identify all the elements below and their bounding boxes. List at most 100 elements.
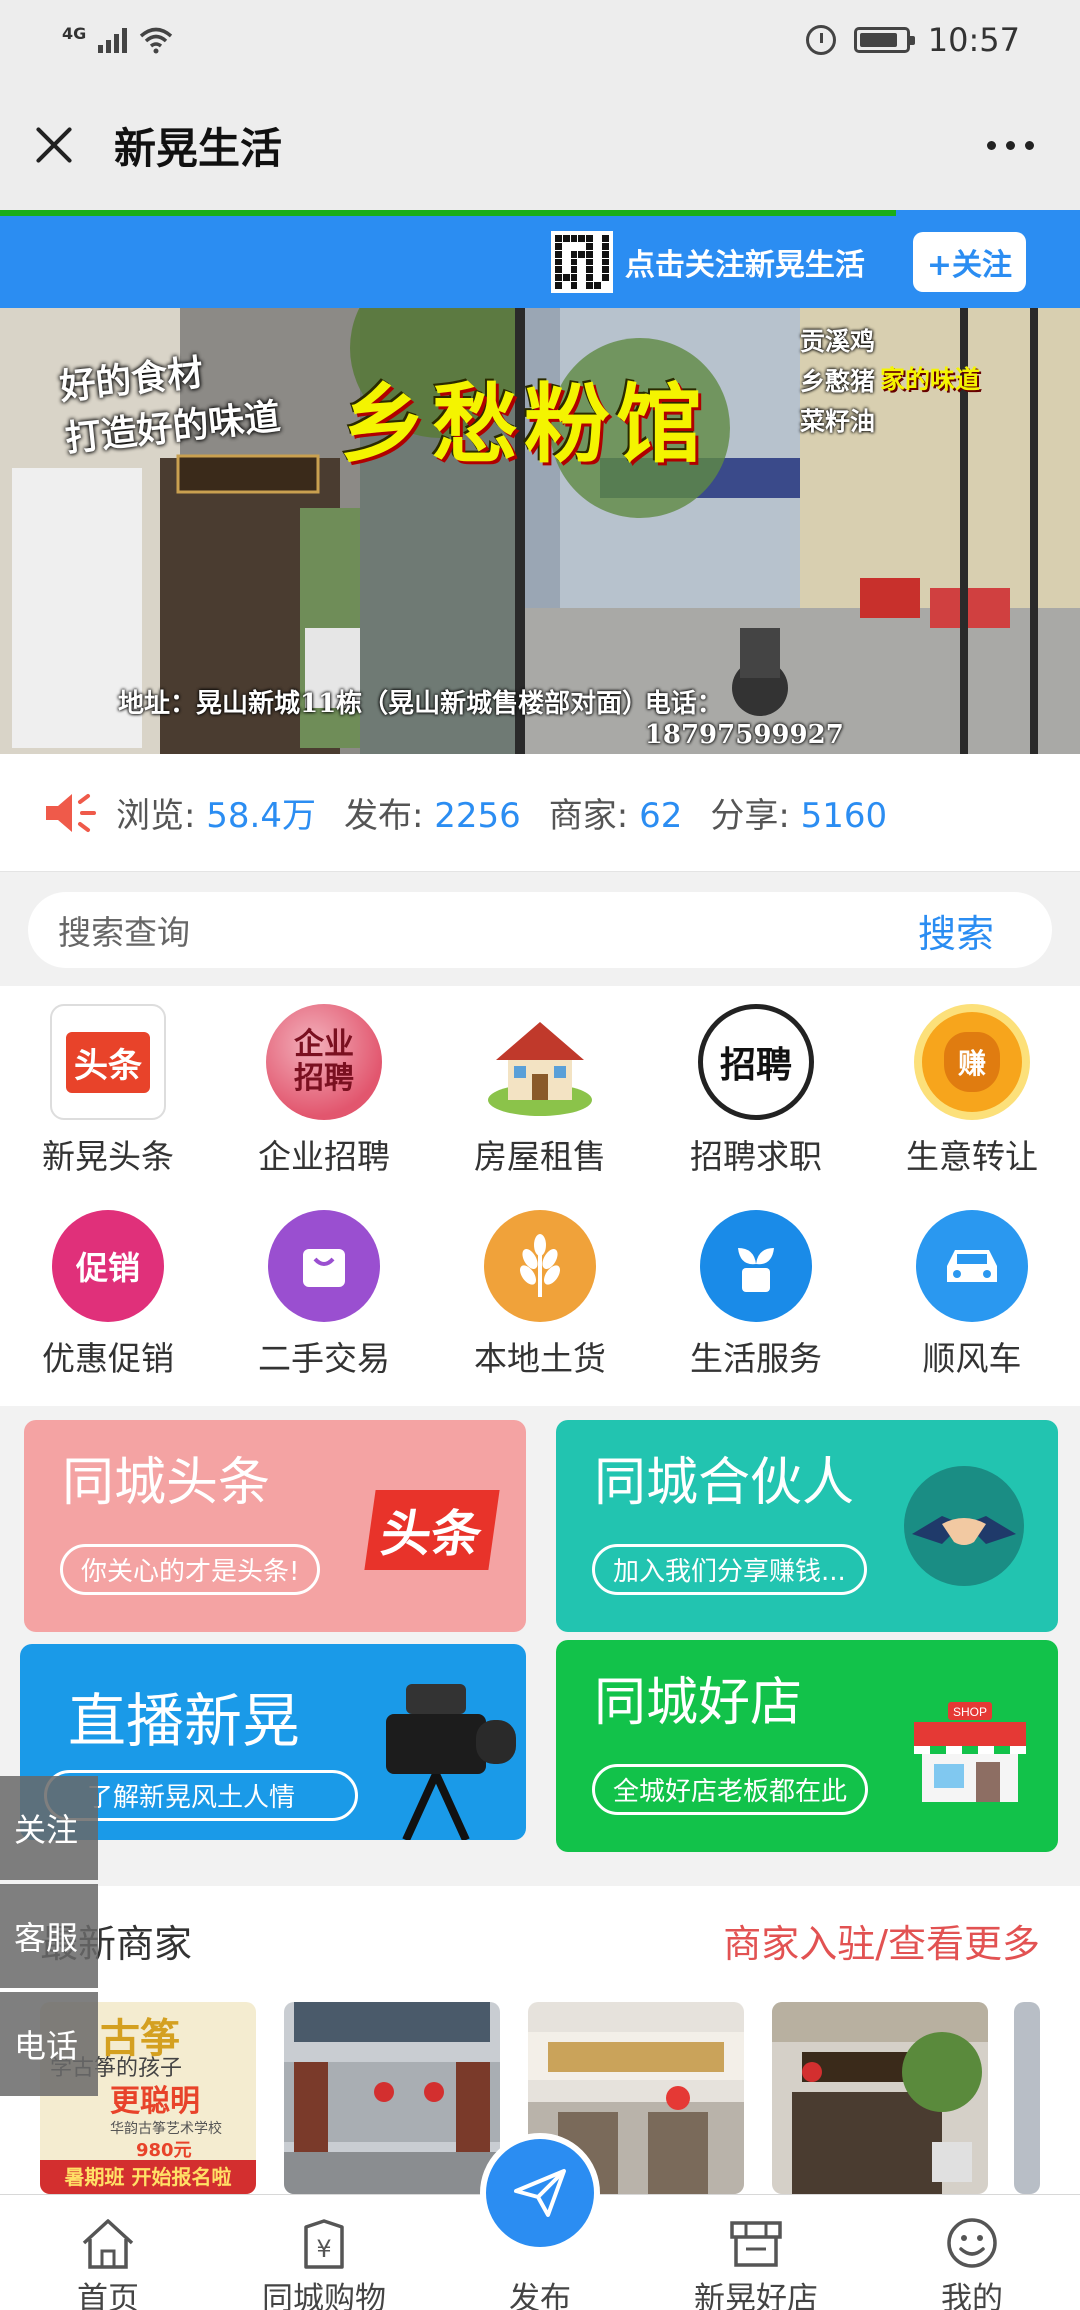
shopping-icon: ¥ [304, 2219, 344, 2269]
card-subtitle: 全城好店老板都在此 [592, 1764, 869, 1815]
category-recruit[interactable]: 企业招聘 企业招聘 [216, 986, 432, 1192]
category-label: 房屋租售 [474, 1137, 606, 1176]
wifi-icon [140, 27, 173, 54]
card-title: 直播新晃 [68, 1687, 301, 1755]
status-left: 4G [62, 24, 173, 54]
card-title: 同城合伙人 [594, 1453, 855, 1513]
nav-home[interactable]: 首页 [0, 2195, 216, 2310]
paper-plane-glyph [514, 2169, 566, 2217]
category-promo[interactable]: 促销 优惠促销 [0, 1192, 216, 1406]
title-bar: 新晃生活 [0, 80, 1080, 210]
category-label: 新晃头条 [42, 1137, 174, 1176]
category-jobs[interactable]: 招聘 招聘求职 [648, 986, 864, 1192]
banner-menu-item: 乡憨猪 [800, 367, 876, 396]
clock: 10:57 [927, 21, 1020, 59]
side-phone-button[interactable]: 电话 [0, 1992, 98, 2096]
wheat-glyph [520, 1234, 560, 1297]
house-icon [488, 1022, 592, 1116]
more-menu-icon[interactable] [987, 140, 1046, 150]
stat-value: 62 [639, 796, 683, 836]
follow-button[interactable]: +关注 [912, 232, 1026, 292]
merchant-photo [284, 2002, 500, 2194]
battery-icon [853, 27, 915, 53]
stat-value: 58.4万 [206, 796, 316, 836]
card-subtitle: 加入我们分享赚钱... [592, 1544, 867, 1595]
stat-label: 发布: [343, 796, 424, 836]
search-button[interactable]: 搜索 [918, 903, 994, 958]
nav-publish[interactable]: 发布 [432, 2133, 648, 2310]
money-bag-icon-text: 赚 [944, 1032, 1000, 1092]
alarm-icon [805, 25, 836, 55]
store-icon [730, 2221, 782, 2267]
category-label: 本地土货 [474, 1339, 606, 1378]
follow-bar: 点击关注新晃生活 +关注 [0, 216, 1080, 308]
category-headline[interactable]: 头条 新晃头条 [0, 986, 216, 1192]
category-transfer[interactable]: 赚 生意转让 [864, 986, 1080, 1192]
category-carpool[interactable]: 顺风车 [864, 1192, 1080, 1406]
card-title: 同城头条 [62, 1453, 271, 1513]
money-bag-icon: 赚 [914, 1004, 1030, 1120]
category-label: 招聘求职 [690, 1137, 822, 1176]
job-seal-icon-text: 招聘 [719, 1044, 792, 1086]
search-section: 搜索查询 搜索 [0, 872, 1080, 986]
nav-shopping[interactable]: ¥ 同城购物 [216, 2195, 432, 2310]
banner-shop-name: 乡愁粉馆 [340, 374, 708, 475]
nav-label: 新晃好店 [694, 2281, 818, 2310]
page-title: 新晃生活 [114, 123, 283, 173]
merchant-photo [772, 2002, 988, 2194]
promo-icon: 促销 [52, 1210, 164, 1322]
category-label: 二手交易 [258, 1339, 390, 1378]
side-follow-button[interactable]: 关注 [0, 1776, 98, 1880]
card-good-shops[interactable]: 同城好店 全城好店老板都在此 SHOP [556, 1640, 1058, 1852]
merchant-thumb-partial[interactable] [1014, 2002, 1040, 2194]
category-house[interactable]: 房屋租售 [432, 986, 648, 1192]
shop-icon: SHOP [914, 1702, 1026, 1802]
stats-bar: 浏览: 58.4万 发布: 2256 商家: 62 分享: 5160 [0, 754, 1080, 872]
stat-label: 分享: [710, 796, 790, 836]
nav-label: 同城购物 [262, 2281, 386, 2310]
banner-menu: 贡溪鸡 乡憨猪 菜籽油 [800, 322, 875, 442]
category-label: 生活服务 [690, 1339, 822, 1378]
paper-plane-icon [480, 2133, 600, 2253]
category-services[interactable]: 生活服务 [648, 1192, 864, 1406]
category-label: 顺风车 [922, 1339, 1022, 1378]
banner-phone: 电话：18797599927 [644, 689, 844, 750]
card-city-headlines[interactable]: 同城头条 你关心的才是头条! 头条 [24, 1420, 526, 1632]
merchant-thumb[interactable] [772, 2002, 988, 2194]
svg-text:¥: ¥ [316, 2235, 331, 2263]
category-secondhand[interactable]: 二手交易 [216, 1192, 432, 1406]
video-camera-icon [386, 1684, 516, 1840]
ad-banner[interactable]: 好的食材 打造好的味道 乡愁粉馆 贡溪鸡 乡憨猪 菜籽油 家的味道 地址：晃山新… [0, 308, 1080, 754]
car-glyph [947, 1250, 997, 1282]
side-service-button[interactable]: 客服 [0, 1884, 98, 1988]
category-local-goods[interactable]: 本地土货 [432, 1192, 648, 1406]
recruit-icon-text: 企业招聘 [294, 1027, 354, 1096]
wheat-icon [484, 1210, 596, 1322]
stat-value: 5160 [800, 796, 888, 836]
merchants-more-link[interactable]: 商家入驻/查看更多 [723, 1913, 1040, 1968]
banner-menu-item: 菜籽油 [800, 407, 876, 436]
merchant-thumb-text: 980元 [136, 2140, 192, 2161]
banner-address: 地址：晃山新城11栋（晃山新城售楼部对面） [118, 689, 649, 719]
headline-badge-icon: 头条 [364, 1490, 500, 1570]
nav-label: 我的 [941, 2281, 1003, 2310]
nav-label: 首页 [77, 2281, 139, 2310]
stat-views: 浏览: 58.4万 [116, 788, 316, 837]
status-right: 10:57 [805, 21, 1020, 59]
merchant-thumb-text: 华韵古筝艺术学校 [110, 2121, 222, 2137]
merchant-thumb[interactable] [284, 2002, 500, 2194]
nav-me[interactable]: 我的 [864, 2195, 1080, 2310]
follow-prompt[interactable]: 点击关注新晃生活 [625, 240, 865, 284]
merchant-thumb-text: 暑期班 开始报名啦 [40, 2160, 256, 2194]
status-bar: 4G 10:57 [0, 0, 1080, 80]
recruit-icon: 企业招聘 [266, 1004, 382, 1120]
smiley-icon [947, 2218, 997, 2268]
qr-code-icon [550, 231, 613, 293]
close-icon[interactable] [34, 125, 74, 165]
search-input[interactable]: 搜索查询 搜索 [28, 892, 1052, 968]
job-seal-icon: 招聘 [698, 1004, 814, 1120]
sprout-glyph [738, 1248, 774, 1292]
card-partner[interactable]: 同城合伙人 加入我们分享赚钱... [556, 1420, 1058, 1632]
stat-merchants: 商家: 62 [549, 788, 683, 837]
nav-good-shops[interactable]: 新晃好店 [648, 2195, 864, 2310]
